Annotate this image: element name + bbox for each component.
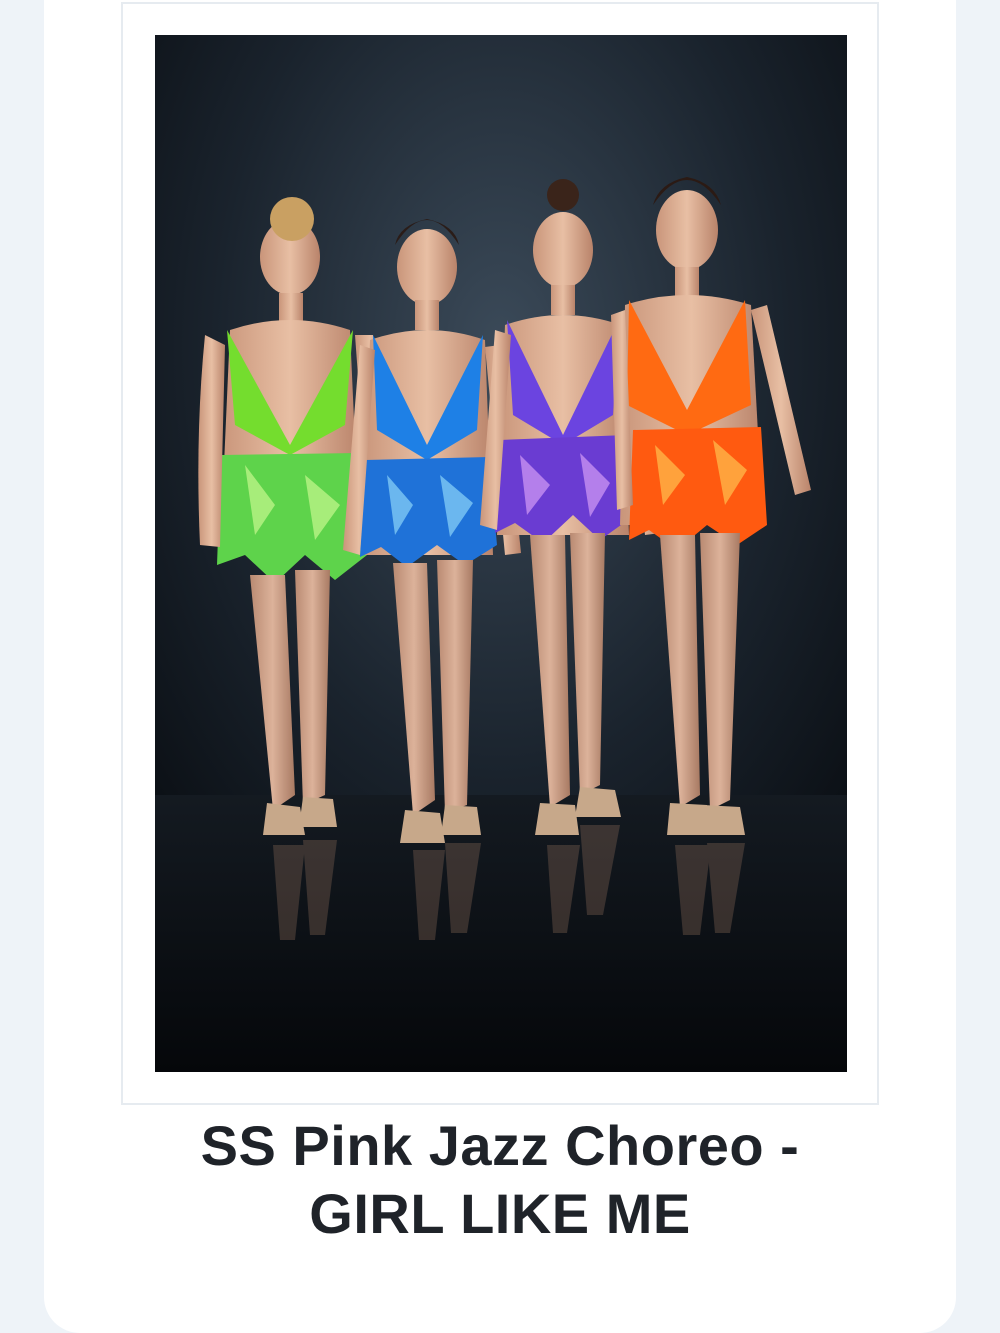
product-title-line-1: SS Pink Jazz Choreo - bbox=[200, 1114, 800, 1177]
product-title[interactable]: SS Pink Jazz Choreo - GIRL LIKE ME bbox=[100, 1112, 900, 1248]
product-title-line-2: GIRL LIKE ME bbox=[309, 1182, 691, 1245]
product-photo[interactable] bbox=[155, 35, 847, 1072]
